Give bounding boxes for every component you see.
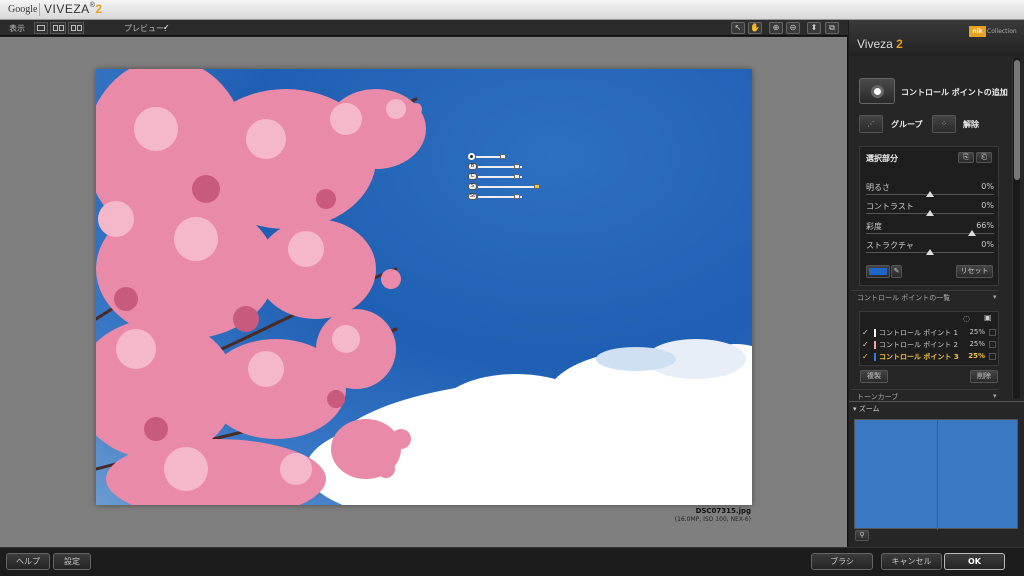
bottom-bar: ヘルプ 設定 ブラシ キャンセル OK [0,547,1024,576]
collapse-icon[interactable]: ▾ [993,293,997,301]
group-label: グループ [891,120,923,129]
cp-contrast-row[interactable]: C [468,173,528,181]
delete-button[interactable]: 削除 [970,370,998,383]
control-point-overlay[interactable]: B C S St [468,152,558,212]
duplicate-button[interactable]: 複製 [860,370,888,383]
slider-brightness[interactable]: 明るさ 0% [866,182,994,200]
panel-title: Viveza 2 [857,37,903,51]
control-point-item-1[interactable]: ✓ コントロール ポイント 1 25% [861,328,997,339]
preview-label: プレビュー: [124,24,167,33]
compare-icon[interactable]: ⧉ [825,22,839,34]
cp-structure-row[interactable]: St [468,193,528,201]
add-control-point-button[interactable] [859,78,895,104]
zoom-in-icon[interactable]: ⊕ [769,22,783,34]
mask-icon[interactable]: ▣ [984,313,992,322]
cp-saturation-row[interactable]: S [468,183,543,191]
collapse-icon[interactable]: ▾ [993,392,997,400]
photo-preview[interactable] [96,69,752,505]
zoom-preview[interactable] [854,419,1018,530]
reset-button[interactable]: リセット [956,265,993,278]
cp-brightness-tag: B [468,163,477,170]
control-point-center[interactable] [468,153,475,160]
file-name: DSC07315.jpg [695,507,751,515]
cancel-button[interactable]: キャンセル [881,553,942,570]
sidebar-header: Viveza 2 nik Collection [849,20,1024,56]
slider-structure[interactable]: ストラクチャ 0% [866,240,994,258]
google-label: Google [8,4,38,15]
divider [851,389,999,390]
color-swatch-button[interactable] [866,265,890,278]
view-single-button[interactable] [34,22,48,34]
title-separator [39,3,40,16]
brush-button[interactable]: ブラシ [811,553,873,570]
app-name: VIVEZA [44,2,90,16]
image-canvas[interactable]: B C S St DSC07315.jpg (16.0MP, ISO 100, … [0,37,848,547]
nik-logo: nik [969,26,986,37]
collection-label: Collection [987,28,1017,35]
cp-contrast-tag: C [468,173,477,180]
scrollbar-thumb[interactable] [1014,60,1020,180]
eyedropper-icon[interactable]: ✎ [891,265,902,278]
view-label: 表示 [9,24,25,33]
help-button[interactable]: ヘルプ [6,553,50,570]
hand-icon[interactable]: ✋ [748,22,762,34]
slider-contrast[interactable]: コントラスト 0% [866,201,994,219]
settings-button[interactable]: 設定 [53,553,91,570]
group-icon: ⋰ [867,120,875,128]
app-title: VIVEZA®2 [44,2,103,16]
app-version: 2 [95,2,103,16]
slider-saturation[interactable]: 彩度 66% [866,221,994,239]
show-all-icon[interactable]: ◌ [963,314,970,323]
title-bar: Google VIVEZA®2 [0,0,1024,20]
cp-saturation-tag: S [468,183,477,190]
cp-brightness-row[interactable]: B [468,163,528,171]
zoom-label[interactable]: ▾ ズーム [853,404,880,414]
arrow-select-icon[interactable]: ↖ [731,22,745,34]
view-split-button[interactable] [50,22,66,34]
cp-list-label: コントロール ポイントの一覧 [857,294,951,302]
group-button[interactable]: ⋰ [859,115,883,133]
sidebar-scrollbar[interactable] [1012,58,1020,398]
view-side-by-side-button[interactable] [68,22,84,34]
ok-button[interactable]: OK [944,553,1005,570]
zoom-crosshair [937,420,938,530]
ungroup-label: 解除 [963,120,979,129]
eyedropper-icon[interactable]: ⬍ [807,22,821,34]
control-point-item-2[interactable]: ✓ コントロール ポイント 2 25% [861,340,997,351]
divider [849,401,1024,402]
selection-title: 選択部分 [866,154,898,163]
zoom-out-icon[interactable]: ⊖ [786,22,800,34]
ungroup-button[interactable]: ⁘ [932,115,956,133]
control-point-item-3[interactable]: ✓ コントロール ポイント 3 25% [861,352,997,363]
paste-icon[interactable]: ⎗ [976,152,992,163]
divider [851,290,999,291]
cp-structure-tag: St [468,193,477,200]
zoom-pin-icon[interactable]: ⚲ [855,530,869,541]
size-slider-knob[interactable] [500,154,506,159]
preview-checkbox[interactable]: ✓ [163,23,170,32]
top-toolbar: 表示 プレビュー: ✓ ↖ ✋ ⊕ ⊖ ⬍ ⧉ [0,20,848,36]
photo-image [96,69,752,505]
control-point-icon [871,85,884,98]
nik-collection-logo: nik Collection [969,26,1017,37]
ungroup-icon: ⁘ [941,120,947,128]
file-meta: (16.0MP, ISO 100, NEX-6) [674,516,751,523]
add-control-point-label: コントロール ポイントの追加 [901,88,1008,97]
copy-icon[interactable]: ⎘ [958,152,974,163]
